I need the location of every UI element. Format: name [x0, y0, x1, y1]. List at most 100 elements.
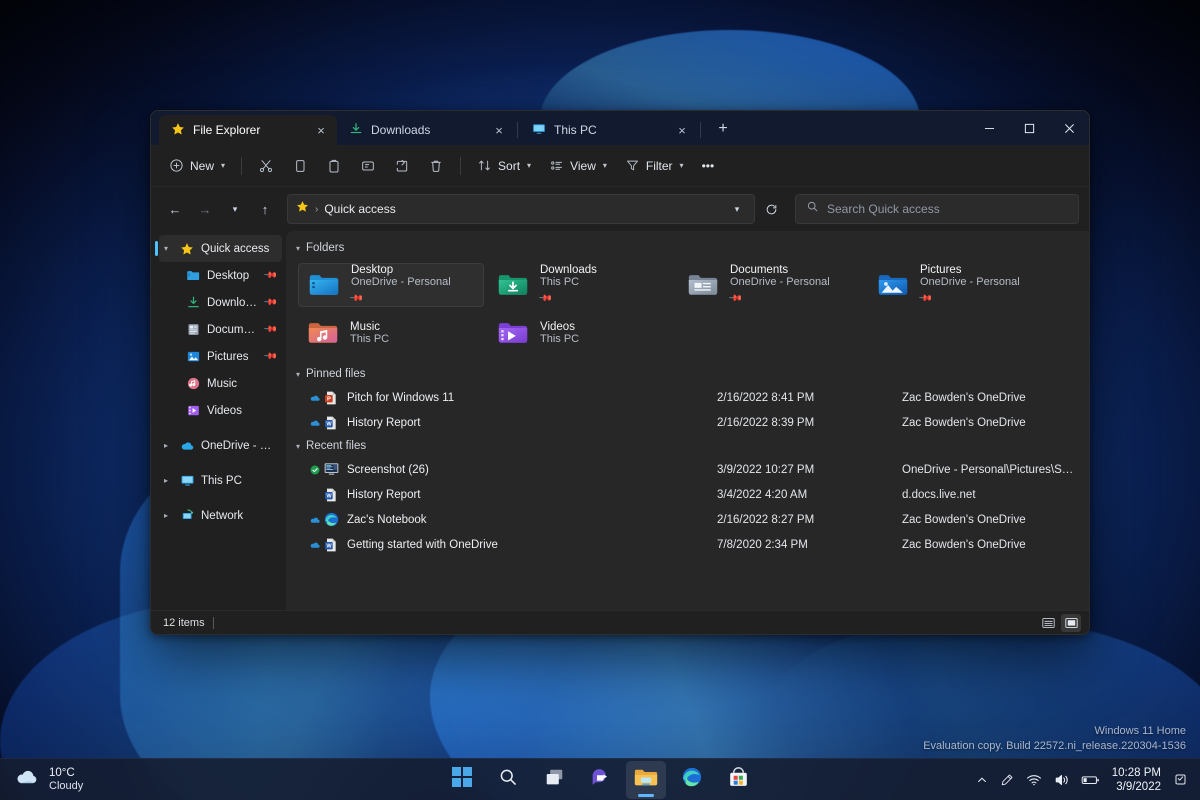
chevron-down-icon[interactable]: ▾: [296, 244, 300, 253]
copy-button[interactable]: [284, 151, 316, 181]
taskbar[interactable]: 10°C Cloudy: [0, 758, 1200, 800]
microsoft-store-button[interactable]: [718, 761, 758, 799]
sidebar-item-this-pc[interactable]: ▸ This PC: [159, 467, 282, 494]
tab-close-button[interactable]: ×: [672, 120, 692, 140]
title-bar[interactable]: File Explorer × Downloads × This PC: [151, 111, 1089, 145]
content-pane[interactable]: ▾ Folders Desktop OneDrive - Personal 📌: [286, 231, 1089, 610]
volume-icon[interactable]: [1054, 773, 1069, 787]
search-button[interactable]: [488, 761, 528, 799]
breadcrumb[interactable]: Quick access: [324, 202, 395, 216]
sidebar-item-desktop[interactable]: Desktop 📌: [159, 262, 282, 289]
task-view-button[interactable]: [534, 761, 574, 799]
folder-tile-grid[interactable]: Desktop OneDrive - Personal 📌 Downloads …: [286, 259, 1089, 363]
chevron-right-icon[interactable]: ▸: [159, 441, 173, 450]
desktop: Windows 11 Home Evaluation copy. Build 2…: [0, 0, 1200, 800]
details-view-button[interactable]: [1038, 614, 1058, 632]
tray-chevron-up-icon[interactable]: [976, 774, 988, 786]
start-button[interactable]: [442, 761, 482, 799]
forward-button[interactable]: →: [191, 195, 219, 223]
new-button[interactable]: New ▾: [161, 151, 233, 181]
taskbar-apps[interactable]: [442, 761, 758, 799]
tab-downloads[interactable]: Downloads ×: [337, 115, 515, 145]
pen-icon[interactable]: [1000, 773, 1014, 787]
cut-button[interactable]: [250, 151, 282, 181]
search-box[interactable]: [795, 194, 1079, 224]
battery-icon[interactable]: [1081, 774, 1100, 786]
chevron-down-icon[interactable]: ▾: [296, 442, 300, 451]
folder-tile-desktop[interactable]: Desktop OneDrive - Personal 📌: [298, 263, 484, 307]
new-tab-button[interactable]: +: [709, 115, 737, 143]
large-icons-view-button[interactable]: [1061, 614, 1081, 632]
copy-icon: [292, 158, 308, 174]
search-input[interactable]: [827, 202, 1068, 216]
back-button[interactable]: ←: [161, 195, 189, 223]
sidebar-item-onedrive-personal[interactable]: ▸ OneDrive - Personal: [159, 432, 282, 459]
tab-close-button[interactable]: ×: [311, 120, 331, 140]
rename-button[interactable]: [352, 151, 384, 181]
sidebar-item-pictures[interactable]: Pictures 📌: [159, 343, 282, 370]
notification-bell-icon[interactable]: [1173, 772, 1188, 787]
desktop-folder-icon: [185, 268, 201, 284]
sidebar-item-network[interactable]: ▸ Network: [159, 502, 282, 529]
folder-tile-downloads[interactable]: Downloads This PC 📌: [488, 263, 674, 307]
tab-close-button[interactable]: ×: [489, 120, 509, 140]
weather-widget[interactable]: 10°C Cloudy: [0, 767, 230, 793]
chevron-right-icon[interactable]: ▸: [159, 476, 173, 485]
sort-button[interactable]: Sort ▾: [469, 151, 539, 181]
file-name: History Report: [347, 417, 717, 429]
table-row[interactable]: Screenshot (26) 3/9/2022 10:27 PM OneDri…: [286, 457, 1089, 482]
chat-button[interactable]: [580, 761, 620, 799]
group-header-pinned-files[interactable]: ▾ Pinned files: [286, 363, 1089, 385]
sidebar-item-documents[interactable]: Documents 📌: [159, 316, 282, 343]
group-header-folders[interactable]: ▾ Folders: [286, 237, 1089, 259]
chevron-right-icon[interactable]: ▸: [159, 511, 173, 520]
table-row[interactable]: W History Report 2/16/2022 8:39 PM Zac B…: [286, 410, 1089, 435]
folder-tile-documents[interactable]: Documents OneDrive - Personal 📌: [678, 263, 864, 307]
folder-tile-videos[interactable]: Videos This PC: [488, 311, 674, 355]
file-explorer-button[interactable]: [626, 761, 666, 799]
sidebar-item-downloads[interactable]: Downloads 📌: [159, 289, 282, 316]
sidebar-item-videos[interactable]: Videos: [159, 397, 282, 424]
table-row[interactable]: W Getting started with OneDrive 7/8/2020…: [286, 532, 1089, 557]
address-dropdown-button[interactable]: ▾: [726, 198, 748, 220]
sidebar-item-music[interactable]: Music: [159, 370, 282, 397]
sidebar-item-label: Desktop: [207, 270, 249, 282]
table-row[interactable]: Zac's Notebook 2/16/2022 8:27 PM Zac Bow…: [286, 507, 1089, 532]
navigation-pane[interactable]: ▾ Quick access Desktop 📌: [151, 231, 286, 610]
file-explorer-window[interactable]: File Explorer × Downloads × This PC: [150, 110, 1090, 635]
chevron-down-icon[interactable]: ▾: [296, 370, 300, 379]
folder-location: This PC: [350, 333, 389, 345]
tab-this-pc[interactable]: This PC ×: [520, 115, 698, 145]
file-explorer-icon: [634, 767, 658, 793]
refresh-button[interactable]: [757, 195, 785, 223]
up-button[interactable]: ↑: [251, 195, 279, 223]
group-header-recent-files[interactable]: ▾ Recent files: [286, 435, 1089, 457]
sidebar-item-quick-access[interactable]: ▾ Quick access: [159, 235, 282, 262]
tab-file-explorer[interactable]: File Explorer ×: [159, 115, 337, 145]
tab-strip[interactable]: File Explorer × Downloads × This PC: [159, 111, 737, 145]
folder-tile-pictures[interactable]: Pictures OneDrive - Personal 📌: [868, 263, 1054, 307]
close-button[interactable]: [1049, 111, 1089, 145]
table-row[interactable]: W History Report 3/4/2022 4:20 AM d.docs…: [286, 482, 1089, 507]
share-button[interactable]: [386, 151, 418, 181]
paste-button[interactable]: [318, 151, 350, 181]
system-tray[interactable]: 10:28 PM 3/9/2022: [976, 766, 1200, 794]
chevron-down-icon[interactable]: ▾: [159, 244, 173, 253]
wifi-icon[interactable]: [1026, 773, 1042, 787]
group-header-label: Recent files: [306, 440, 366, 452]
window-controls[interactable]: [969, 111, 1089, 145]
more-options-button[interactable]: •••: [694, 151, 723, 181]
address-bar-row[interactable]: ← → ▾ ↑ › Quick access ▾: [151, 187, 1089, 231]
view-button[interactable]: View ▾: [541, 151, 615, 181]
table-row[interactable]: P Pitch for Windows 11 2/16/2022 8:41 PM…: [286, 385, 1089, 410]
clock[interactable]: 10:28 PM 3/9/2022: [1112, 766, 1161, 794]
minimize-button[interactable]: [969, 111, 1009, 145]
filter-button[interactable]: Filter ▾: [617, 151, 692, 181]
folder-tile-music[interactable]: Music This PC: [298, 311, 484, 355]
maximize-button[interactable]: [1009, 111, 1049, 145]
address-bar[interactable]: › Quick access ▾: [287, 194, 755, 224]
command-bar[interactable]: New ▾: [151, 145, 1089, 187]
delete-button[interactable]: [420, 151, 452, 181]
recent-locations-button[interactable]: ▾: [221, 195, 249, 223]
edge-button[interactable]: [672, 761, 712, 799]
